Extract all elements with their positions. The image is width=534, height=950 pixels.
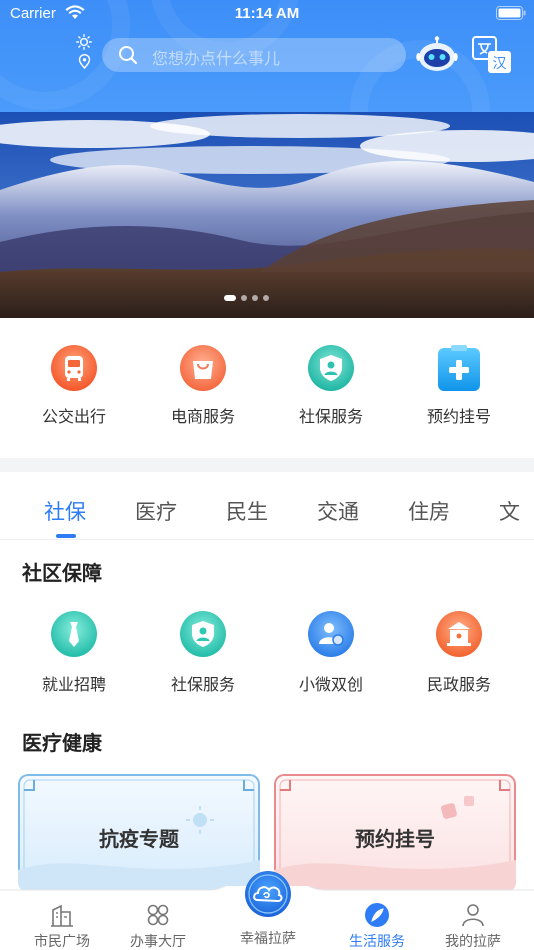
- card-label: 预约挂号: [355, 827, 435, 851]
- sun-icon[interactable]: [76, 34, 92, 50]
- status-time: 11:14 AM: [234, 5, 300, 22]
- tab-indicator: [56, 534, 76, 538]
- tab-transport[interactable]: 交通: [317, 496, 359, 526]
- app-header: Carrier 11:14 AM 您想办点什么事儿 汉: [0, 0, 534, 112]
- translate-icon[interactable]: 汉: [472, 36, 512, 74]
- service-label: 社保服务: [170, 675, 235, 694]
- card-label: 抗疫专题: [99, 827, 179, 851]
- tab-happy-lhasa-label: 幸福拉萨: [240, 931, 296, 947]
- grid-icon: [147, 904, 169, 926]
- quick-service-ecommerce[interactable]: 电商服务: [148, 344, 258, 427]
- tab-culture[interactable]: 文: [499, 496, 520, 526]
- search-icon: [119, 46, 138, 65]
- service-entrepreneurship[interactable]: 小微双创: [276, 610, 386, 695]
- mountain-landscape-image: [0, 112, 534, 318]
- location-pin-icon[interactable]: [78, 54, 91, 69]
- quick-service-label: 社保服务: [298, 407, 363, 426]
- search-placeholder: 您想办点什么事儿: [152, 49, 281, 68]
- tab-medical[interactable]: 医疗: [135, 496, 177, 526]
- card-appointment[interactable]: 预约挂号: [274, 774, 516, 892]
- tab-label: 生活服务: [349, 934, 405, 950]
- medical-clipboard-icon: [438, 345, 480, 391]
- service-civil-affairs[interactable]: 民政服务: [404, 610, 514, 695]
- tab-my-lhasa[interactable]: 我的拉萨: [428, 902, 518, 950]
- search-input[interactable]: 您想办点什么事儿: [102, 38, 406, 72]
- section-title-community: 社区保障: [22, 561, 102, 585]
- banner-carousel[interactable]: [0, 112, 534, 318]
- battery-icon: [496, 6, 526, 20]
- tab-social-security[interactable]: 社保: [44, 496, 86, 526]
- quick-service-social-security[interactable]: 社保服务: [276, 344, 386, 427]
- quick-service-label: 预约挂号: [426, 407, 491, 426]
- cloud-emblem-icon[interactable]: [244, 870, 292, 918]
- robot-assistant-icon[interactable]: [416, 36, 458, 74]
- tab-livelihood[interactable]: 民生: [226, 496, 268, 526]
- shield-person-icon: [308, 345, 354, 391]
- tab-life-services[interactable]: 生活服务: [332, 902, 422, 950]
- card-epidemic-topic[interactable]: 抗疫专题: [18, 774, 260, 892]
- tab-label: 我的拉萨: [445, 934, 501, 950]
- section-title-health: 医疗健康: [22, 731, 102, 755]
- bottom-tab-bar: 市民广场 办事大厅 幸福拉萨 生活服务 我的拉萨: [0, 871, 534, 950]
- shopping-bag-icon: [180, 345, 226, 391]
- quick-service-label: 公交出行: [41, 407, 106, 426]
- building-icon: [436, 611, 482, 657]
- status-bar: Carrier 11:14 AM: [0, 0, 534, 28]
- service-label: 就业招聘: [41, 675, 106, 694]
- quick-service-label: 电商服务: [170, 407, 235, 426]
- bus-icon: [51, 345, 97, 391]
- tab-citizen-plaza[interactable]: 市民广场: [17, 902, 107, 950]
- tab-housing[interactable]: 住房: [408, 496, 450, 526]
- quick-service-appointment[interactable]: 预约挂号: [404, 344, 514, 427]
- service-employment[interactable]: 就业招聘: [19, 610, 129, 695]
- tab-service-hall[interactable]: 办事大厅: [113, 902, 203, 950]
- feather-icon: [365, 903, 389, 927]
- category-tabs: 社保 医疗 民生 交通 住房 文: [0, 472, 534, 540]
- section-divider: [0, 458, 534, 472]
- carousel-indicator[interactable]: [224, 295, 269, 301]
- user-badge-icon: [308, 611, 354, 657]
- service-label: 民政服务: [426, 675, 491, 694]
- quick-service-bus[interactable]: 公交出行: [19, 344, 129, 427]
- svg-text:汉: 汉: [493, 56, 507, 72]
- person-icon: [462, 904, 484, 927]
- service-social-security[interactable]: 社保服务: [148, 610, 258, 695]
- shield-person-icon: [180, 611, 226, 657]
- tie-icon: [51, 611, 97, 657]
- tab-label: 办事大厅: [130, 934, 186, 950]
- service-label: 小微双创: [298, 675, 363, 694]
- quick-services: 公交出行 电商服务 社保服务 预约挂号: [0, 318, 534, 458]
- tab-label: 市民广场: [34, 934, 90, 950]
- building-icon: [51, 904, 73, 927]
